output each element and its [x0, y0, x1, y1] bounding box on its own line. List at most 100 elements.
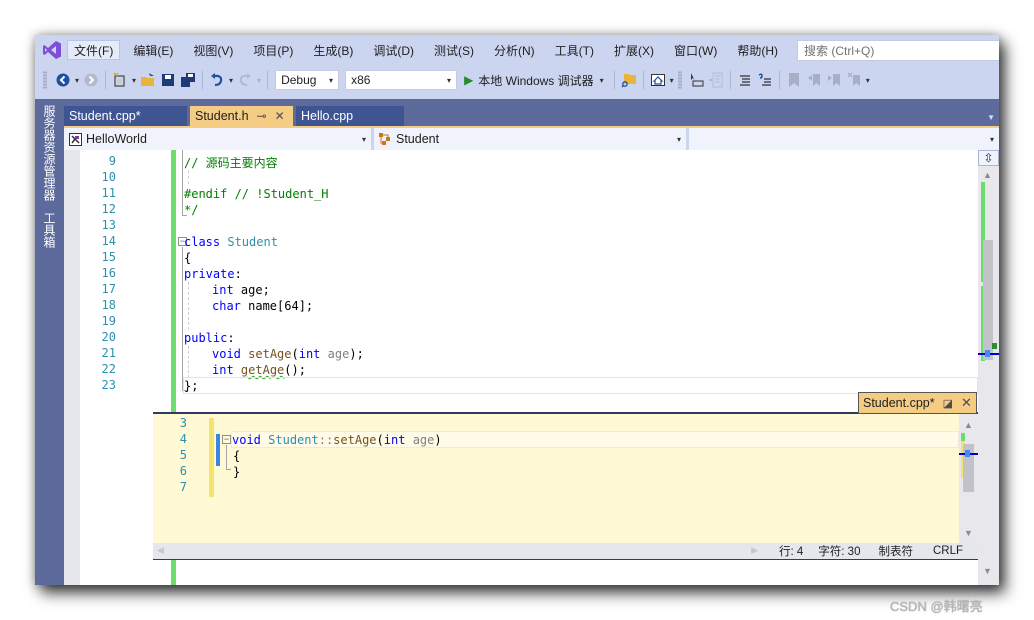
- standard-toolbar: ▾ ▾ ▾ ▾ Debug ▾ x86 ▾ ▶ 本地 Windows 调试器 ▾…: [35, 67, 999, 93]
- next-bookmark-icon[interactable]: [826, 70, 842, 90]
- platform-value: x86: [351, 73, 371, 87]
- menu-help[interactable]: 帮助(H): [730, 40, 785, 60]
- chevron-down-icon[interactable]: ▾: [132, 76, 136, 85]
- bookmark-icon[interactable]: [786, 70, 802, 90]
- search-input[interactable]: 搜索 (Ctrl+Q): [797, 40, 999, 61]
- scroll-right-arrow-icon[interactable]: ▶: [751, 545, 758, 556]
- keyword: private: [184, 267, 235, 281]
- menu-debug[interactable]: 调试(D): [366, 40, 421, 60]
- toolbar-overflow-icon[interactable]: ▾: [670, 76, 674, 85]
- menu-edit[interactable]: 编辑(E): [126, 40, 180, 60]
- toolbar-separator: [729, 71, 731, 89]
- chevron-down-icon[interactable]: ▾: [229, 76, 233, 85]
- scroll-down-arrow-icon[interactable]: ▼: [964, 528, 973, 538]
- tabs-indicator[interactable]: 制表符: [878, 543, 913, 559]
- menu-file[interactable]: 文件(F): [67, 40, 121, 60]
- server-explorer-tab[interactable]: 服务器资源管理器: [41, 105, 58, 201]
- menu-tools[interactable]: 工具(T): [548, 40, 601, 60]
- navigate-back-icon[interactable]: [55, 70, 71, 90]
- identifier: name[64];: [240, 299, 314, 313]
- promote-to-document-icon[interactable]: ◪: [943, 397, 953, 410]
- peek-editor[interactable]: 3 4 5 6 7 − void Student:: setAge(int age…: [153, 414, 959, 543]
- chevron-down-icon[interactable]: ▾: [75, 76, 79, 85]
- chevron-down-icon: ▾: [599, 75, 604, 85]
- scrollbar-thumb[interactable]: [983, 240, 993, 360]
- solution-explorer-home-icon[interactable]: [650, 70, 666, 90]
- project-select[interactable]: HelloWorld ▾: [64, 128, 374, 150]
- toolbar-grip[interactable]: [43, 71, 47, 89]
- toolbar-separator: [105, 71, 107, 89]
- new-project-icon[interactable]: [112, 70, 128, 90]
- menu-view[interactable]: 视图(V): [186, 40, 240, 60]
- list-disabled-icon[interactable]: [708, 70, 724, 90]
- scope-name: Student: [396, 132, 440, 146]
- line-number: 15: [101, 250, 116, 264]
- keyword: public: [184, 331, 228, 345]
- toolbar-overflow-icon[interactable]: ▾: [866, 76, 870, 85]
- keyword: int: [212, 363, 234, 377]
- scroll-left-arrow-icon[interactable]: ◀: [157, 545, 164, 556]
- code-line-17: int age;: [212, 282, 270, 298]
- document-well: Student.cpp* Student.h ⊸ ✕ Hello.cpp ▼ H…: [64, 99, 999, 585]
- error-map-marker: [992, 343, 997, 349]
- menu-test[interactable]: 测试(S): [427, 40, 481, 60]
- save-all-icon[interactable]: [180, 70, 196, 90]
- member-select[interactable]: ▾: [689, 128, 999, 150]
- scope-select[interactable]: Student ▾: [374, 128, 689, 150]
- uncomment-lines-icon[interactable]: [757, 70, 773, 90]
- redo-icon[interactable]: [237, 70, 253, 90]
- scroll-down-arrow-icon[interactable]: ▼: [983, 566, 992, 576]
- open-file-icon[interactable]: [140, 70, 156, 90]
- tab-student-h[interactable]: Student.h ⊸ ✕: [190, 106, 293, 126]
- peek-tab-student-cpp[interactable]: Student.cpp* ◪ ✕: [858, 392, 977, 414]
- scroll-up-arrow-icon[interactable]: ▲: [964, 420, 973, 430]
- clear-bookmarks-icon[interactable]: [846, 70, 862, 90]
- scope-operator: ::: [318, 433, 334, 447]
- collapse-icon[interactable]: −: [222, 435, 231, 444]
- vertical-scrollbar[interactable]: ⇳ ▲ ▼: [978, 150, 999, 585]
- close-icon[interactable]: ✕: [275, 109, 285, 123]
- save-icon[interactable]: [160, 70, 176, 90]
- previous-bookmark-icon[interactable]: [806, 70, 822, 90]
- punctuation: );: [349, 347, 364, 361]
- outline-line: [182, 247, 183, 390]
- function-name-warning[interactable]: getAge: [241, 363, 284, 377]
- chevron-down-icon: ▾: [989, 134, 994, 144]
- toolbar-grip[interactable]: [677, 71, 682, 89]
- menu-project[interactable]: 项目(P): [246, 40, 300, 60]
- line-number: 4: [179, 432, 187, 446]
- char-indicator[interactable]: 字符: 30: [818, 543, 860, 559]
- tab-student-cpp[interactable]: Student.cpp*: [64, 106, 187, 126]
- line-ending-indicator[interactable]: CRLF: [933, 545, 963, 557]
- comment-lines-icon[interactable]: [737, 70, 753, 90]
- pin-icon[interactable]: ⊸: [257, 109, 267, 123]
- line-indicator[interactable]: 行: 4: [779, 543, 803, 559]
- solution-configuration-select[interactable]: Debug ▾: [275, 70, 340, 90]
- tab-hello-cpp[interactable]: Hello.cpp: [296, 106, 404, 126]
- solution-platform-select[interactable]: x86 ▾: [345, 70, 458, 90]
- menu-extensions[interactable]: 扩展(X): [607, 40, 661, 60]
- class-name: Student: [227, 235, 278, 249]
- undo-icon[interactable]: [209, 70, 225, 90]
- punctuation: ): [434, 433, 442, 447]
- close-icon[interactable]: ✕: [961, 395, 972, 411]
- menu-build[interactable]: 生成(B): [306, 40, 360, 60]
- line-number: 23: [101, 378, 116, 392]
- parameter: age: [412, 433, 435, 447]
- toolbox-tab[interactable]: 工具箱: [41, 212, 58, 248]
- menu-analyze[interactable]: 分析(N): [487, 40, 542, 60]
- step-into-specific-icon[interactable]: [688, 70, 704, 90]
- tab-list-dropdown-icon[interactable]: ▼: [987, 113, 995, 122]
- project-icon: [68, 132, 82, 146]
- toolbar-separator: [642, 71, 644, 89]
- scroll-up-arrow-icon[interactable]: ▲: [983, 170, 992, 180]
- find-in-files-icon[interactable]: [621, 70, 637, 90]
- split-window-icon[interactable]: ⇳: [978, 150, 999, 166]
- start-debugging-button[interactable]: ▶ 本地 Windows 调试器 ▾: [460, 70, 610, 90]
- configuration-value: Debug: [281, 73, 317, 87]
- peek-vertical-scrollbar[interactable]: ▲ ▼: [959, 414, 978, 543]
- chevron-down-icon[interactable]: ▾: [257, 76, 261, 85]
- navigate-forward-icon[interactable]: [83, 70, 99, 90]
- menu-window[interactable]: 窗口(W): [667, 40, 724, 60]
- peek-horizontal-scrollbar[interactable]: ◀ ▶: [153, 543, 764, 560]
